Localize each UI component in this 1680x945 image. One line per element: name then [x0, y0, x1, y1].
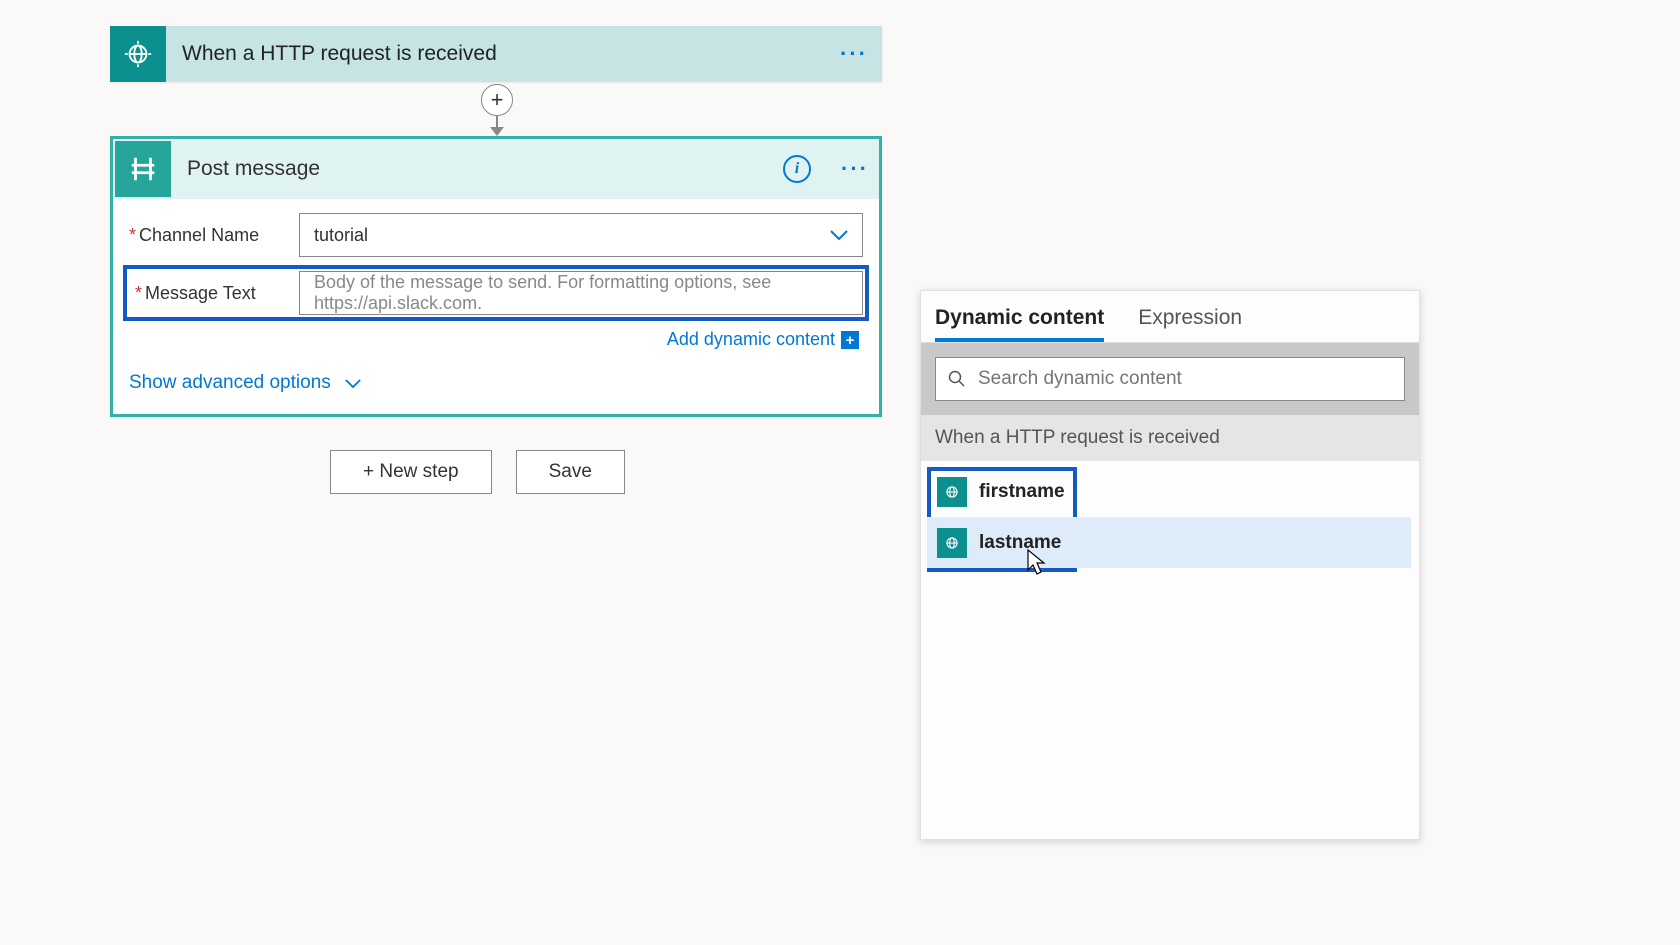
chevron-down-icon [345, 379, 361, 388]
dc-search-input[interactable] [978, 368, 1392, 390]
dc-search[interactable] [935, 357, 1405, 401]
dc-search-container [921, 343, 1419, 415]
dc-items-highlight: firstname lastname [927, 467, 1077, 572]
chevron-down-icon [830, 230, 848, 240]
dc-item-label: lastname [979, 532, 1061, 554]
dynamic-content-panel: Dynamic content Expression When a HTTP r… [920, 290, 1420, 840]
show-advanced-options[interactable]: Show advanced options [129, 372, 361, 394]
dc-group-header: When a HTTP request is received [921, 415, 1419, 461]
trigger-card[interactable]: When a HTTP request is received ··· [110, 26, 882, 82]
trigger-title: When a HTTP request is received [166, 42, 826, 66]
save-button[interactable]: Save [516, 450, 625, 494]
slack-icon [115, 141, 171, 197]
channel-name-label: *Channel Name [129, 225, 299, 246]
action-body: *Channel Name tutorial *Message Text Bod… [113, 199, 879, 414]
dc-item-firstname[interactable]: firstname [927, 467, 1411, 518]
dc-tabs: Dynamic content Expression [921, 291, 1419, 343]
message-text-placeholder: Body of the message to send. For formatt… [314, 272, 816, 314]
add-dynamic-link[interactable]: Add dynamic content+ [667, 329, 859, 349]
dc-item-label: firstname [979, 481, 1065, 503]
http-trigger-icon [937, 477, 967, 507]
action-title: Post message [171, 157, 783, 181]
action-more-button[interactable]: ··· [831, 141, 879, 197]
tab-expression[interactable]: Expression [1138, 306, 1242, 342]
footer-buttons: + New step Save [330, 450, 625, 494]
channel-name-value: tutorial [314, 225, 368, 246]
channel-name-select[interactable]: tutorial [299, 213, 863, 257]
tab-dynamic-content[interactable]: Dynamic content [935, 306, 1104, 342]
new-step-button[interactable]: + New step [330, 450, 492, 494]
http-trigger-icon [937, 528, 967, 558]
message-text-label: *Message Text [129, 283, 299, 304]
plus-icon: + [841, 331, 859, 349]
add-step-inline-button[interactable]: + [481, 84, 513, 116]
action-header[interactable]: Post message i ··· [113, 139, 879, 199]
channel-name-row: *Channel Name tutorial [129, 213, 863, 257]
search-icon [948, 370, 966, 388]
action-card: Post message i ··· *Channel Name tutoria… [110, 136, 882, 417]
connector: + [476, 84, 518, 136]
add-dynamic-content: Add dynamic content+ [129, 329, 863, 350]
http-trigger-icon [110, 26, 166, 82]
message-text-row: *Message Text Body of the message to sen… [123, 265, 869, 321]
dc-item-lastname[interactable]: lastname [927, 518, 1411, 568]
message-text-input[interactable]: Body of the message to send. For formatt… [299, 271, 863, 315]
trigger-more-button[interactable]: ··· [826, 26, 882, 82]
info-icon[interactable]: i [783, 155, 811, 183]
